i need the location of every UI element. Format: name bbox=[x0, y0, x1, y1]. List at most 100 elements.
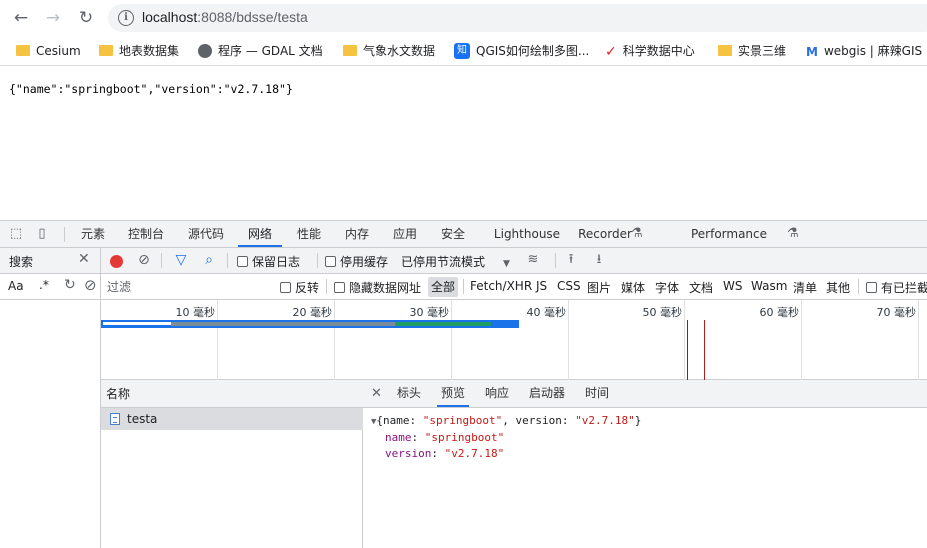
timeline-tick-label: 50 毫秒 bbox=[642, 306, 683, 319]
dom-content-loaded-marker bbox=[687, 320, 688, 380]
clear-log-icon[interactable]: ⊘ bbox=[136, 252, 152, 268]
tab-elements[interactable]: 元素 bbox=[74, 221, 112, 247]
preserve-log-label: 保留日志 bbox=[252, 255, 301, 269]
bookmark-surface-data[interactable]: 地表数据集 bbox=[99, 42, 179, 60]
request-detail-panel: ✕ 标头 预览 响应 启动器 时间 ▼{name: "springboot", … bbox=[363, 380, 927, 548]
filter-type-font[interactable]: 字体 bbox=[655, 279, 679, 296]
filter-type-js[interactable]: JS bbox=[536, 279, 547, 293]
json-preview-root[interactable]: ▼{name: "springboot", version: "v2.7.18"… bbox=[371, 413, 641, 430]
close-icon[interactable]: ✕ bbox=[78, 251, 90, 267]
upload-icon[interactable]: ⭱ bbox=[563, 252, 579, 268]
json-property-row: name: "springboot" bbox=[385, 431, 505, 444]
refresh-icon[interactable]: ↻ bbox=[64, 277, 76, 293]
tab-recorder[interactable]: Recorder bbox=[576, 221, 634, 247]
throttling-select[interactable]: 已停用节流模式 ▼ bbox=[401, 253, 510, 270]
timeline-gridline bbox=[451, 300, 452, 380]
checkbox-icon bbox=[237, 256, 248, 267]
timeline-overview[interactable]: 10 毫秒 20 毫秒 30 毫秒 40 毫秒 50 毫秒 60 毫秒 70 毫… bbox=[101, 300, 927, 380]
preserve-log-checkbox[interactable]: 保留日志 bbox=[237, 253, 300, 270]
bookmark-gdal[interactable]: 程序 — GDAL 文档 bbox=[198, 42, 323, 60]
throttling-label: 已停用节流模式 bbox=[401, 255, 486, 269]
timeline-tick-label: 20 毫秒 bbox=[292, 306, 333, 319]
search-icon[interactable]: ⌕ bbox=[201, 252, 217, 268]
record-icon[interactable] bbox=[110, 255, 123, 268]
search-panel: 搜索 ✕ Aa .* ↻ ⊘ bbox=[0, 248, 101, 548]
bookmark-qgis[interactable]: 知 QGIS如何绘制多图... bbox=[454, 42, 589, 60]
bookmark-webgis[interactable]: Mwebgis | 麻辣GIS bbox=[806, 42, 922, 60]
folder-icon bbox=[16, 45, 30, 56]
timeline-tick-label: 10 毫秒 bbox=[175, 306, 216, 319]
url-text[interactable]: localhost:8088/bdsse/testa bbox=[142, 9, 308, 25]
address-bar: ← → ↻ i localhost:8088/bdsse/testa bbox=[0, 0, 927, 36]
tab-headers[interactable]: 标头 bbox=[397, 380, 421, 407]
bookmark-3d[interactable]: 实景三维 bbox=[718, 42, 786, 60]
network-conditions-icon[interactable]: ≋ bbox=[525, 252, 541, 268]
json-key: version bbox=[515, 414, 562, 427]
hide-data-urls-checkbox[interactable]: 隐藏数据网址 bbox=[334, 279, 421, 296]
page-body-text: {"name":"springboot","version":"v2.7.18"… bbox=[9, 82, 293, 96]
filter-type-doc[interactable]: 文档 bbox=[689, 279, 713, 296]
tab-performance-insights[interactable]: Performance insights bbox=[670, 221, 788, 267]
inspect-icon[interactable]: ⬚ bbox=[8, 226, 24, 242]
timeline-gridline bbox=[918, 300, 919, 380]
checkbox-icon bbox=[325, 256, 336, 267]
disable-cache-checkbox[interactable]: 停用缓存 bbox=[325, 253, 388, 270]
bookmark-label: QGIS如何绘制多图... bbox=[476, 44, 590, 58]
bookmark-cesium[interactable]: Cesium bbox=[16, 42, 81, 60]
match-case-toggle[interactable]: Aa bbox=[8, 279, 24, 293]
requests-column-header[interactable]: 名称 bbox=[101, 380, 363, 408]
divider bbox=[317, 253, 318, 268]
tab-timing[interactable]: 时间 bbox=[585, 380, 609, 407]
tab-console[interactable]: 控制台 bbox=[122, 221, 170, 247]
timeline-tick-label: 70 毫秒 bbox=[876, 306, 917, 319]
request-row[interactable]: testa bbox=[101, 408, 363, 430]
download-icon[interactable]: ⭳ bbox=[591, 252, 607, 268]
timeline-tick-label: 60 毫秒 bbox=[759, 306, 800, 319]
close-icon[interactable]: ✕ bbox=[371, 380, 382, 407]
tab-initiator[interactable]: 启动器 bbox=[529, 380, 565, 407]
tab-response[interactable]: 响应 bbox=[485, 380, 509, 407]
filter-icon[interactable]: ▽ bbox=[173, 252, 189, 268]
tab-security[interactable]: 安全 bbox=[434, 221, 472, 247]
blocked-checkbox[interactable]: 有已拦截 bbox=[866, 279, 927, 296]
tab-lighthouse[interactable]: Lighthouse bbox=[490, 221, 564, 247]
filter-type-all[interactable]: 全部 bbox=[428, 277, 459, 297]
filter-type-other[interactable]: 其他 bbox=[826, 279, 850, 296]
filter-type-media[interactable]: 媒体 bbox=[621, 279, 645, 296]
filter-type-fetch-xhr[interactable]: Fetch/XHR bbox=[470, 279, 532, 293]
omnibox[interactable]: i localhost:8088/bdsse/testa bbox=[108, 4, 927, 32]
blocked-label: 有已拦截 bbox=[881, 281, 927, 295]
bookmark-hydro-data[interactable]: 气象水文数据 bbox=[343, 42, 435, 60]
filter-type-manifest[interactable]: 清单 bbox=[793, 279, 817, 296]
tab-application[interactable]: 应用 bbox=[386, 221, 424, 247]
info-icon[interactable]: i bbox=[118, 10, 134, 26]
logo-icon: M bbox=[806, 44, 818, 59]
json-string: "v2.7.18" bbox=[575, 414, 635, 427]
folder-icon bbox=[718, 45, 732, 56]
flask-icon: ⚗ bbox=[631, 226, 643, 241]
back-icon[interactable]: ← bbox=[12, 9, 30, 27]
device-toolbar-icon[interactable]: ▯ bbox=[34, 226, 50, 242]
json-string: "springboot" bbox=[422, 414, 503, 427]
tab-sources[interactable]: 源代码 bbox=[182, 221, 230, 247]
clear-icon[interactable]: ⊘ bbox=[84, 276, 97, 294]
tab-performance[interactable]: 性能 bbox=[290, 221, 328, 247]
regex-toggle[interactable]: .* bbox=[39, 278, 49, 292]
filter-type-css[interactable]: CSS bbox=[557, 279, 581, 293]
tab-preview[interactable]: 预览 bbox=[437, 380, 470, 407]
detail-tabbar: ✕ 标头 预览 响应 启动器 时间 bbox=[363, 380, 927, 408]
bookmark-science-data[interactable]: ✓ 科学数据中心 bbox=[605, 42, 695, 60]
flask-icon: ⚗ bbox=[787, 226, 799, 241]
reload-icon[interactable]: ↻ bbox=[77, 9, 95, 27]
tab-memory[interactable]: 内存 bbox=[338, 221, 376, 247]
url-path: :8088/bdsse/testa bbox=[197, 9, 308, 25]
filter-type-img[interactable]: 图片 bbox=[587, 279, 611, 296]
filter-type-wasm[interactable]: Wasm bbox=[751, 279, 787, 293]
forward-icon[interactable]: → bbox=[44, 9, 62, 27]
tab-network[interactable]: 网络 bbox=[238, 221, 282, 247]
invert-checkbox[interactable]: 反转 bbox=[280, 279, 319, 296]
search-label: 搜索 bbox=[9, 255, 34, 269]
filter-type-ws[interactable]: WS bbox=[723, 279, 742, 293]
globe-icon bbox=[198, 43, 212, 58]
filter-input[interactable]: 过滤 bbox=[103, 277, 269, 297]
